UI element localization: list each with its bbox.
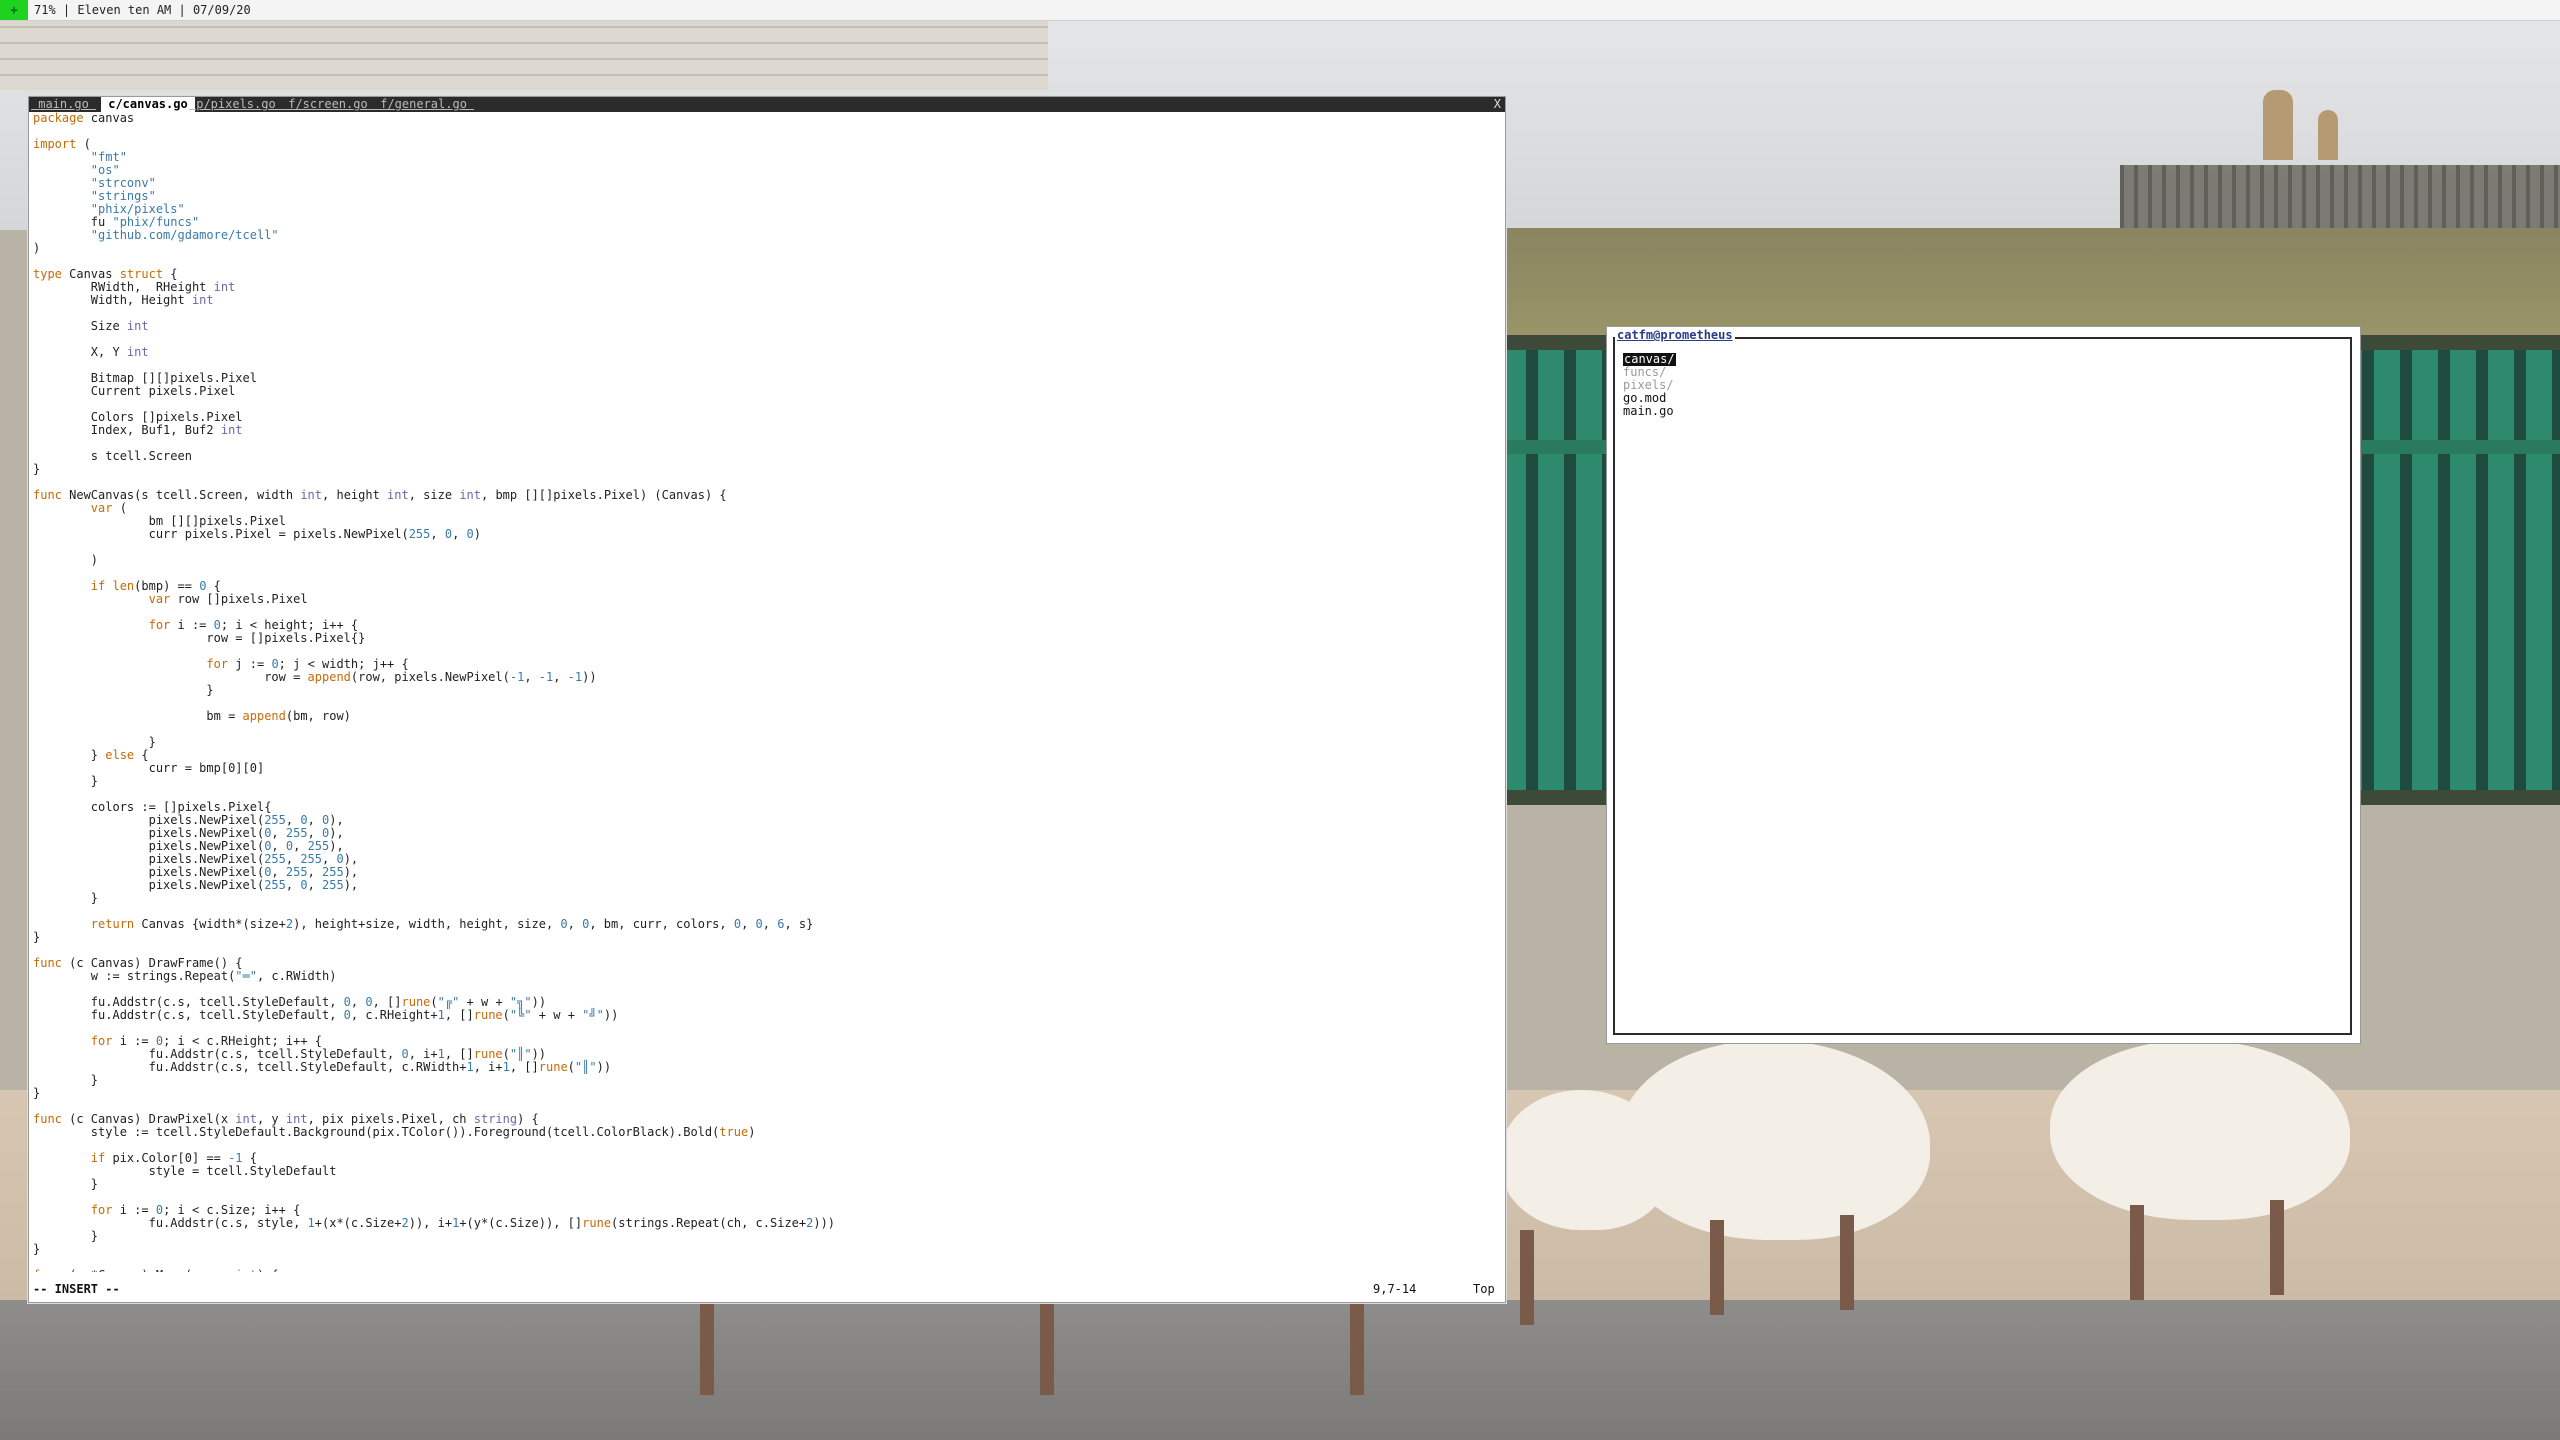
wallpaper-goose: [2050, 1040, 2350, 1220]
code-line[interactable]: type Canvas struct {: [33, 268, 1493, 281]
vim-status-line: -- INSERT -- 9,7-14 Top: [33, 1282, 1501, 1296]
code-line[interactable]: "strconv": [33, 177, 1493, 190]
code-line[interactable]: }: [33, 1178, 1493, 1191]
code-line[interactable]: return Canvas {width*(size+2), height+si…: [33, 918, 1493, 931]
workspace-indicator[interactable]: +: [0, 0, 28, 20]
code-line[interactable]: [33, 333, 1493, 346]
code-line[interactable]: [33, 944, 1493, 957]
wallpaper-goose: [1500, 1090, 1670, 1230]
code-line[interactable]: s tcell.Screen: [33, 450, 1493, 463]
tab-pixels-go[interactable]: p/pixels.go: [189, 97, 283, 112]
wallpaper-church-tower-small: [2318, 110, 2338, 160]
file-list-item[interactable]: main.go: [1623, 405, 1676, 418]
code-line[interactable]: row = append(row, pixels.NewPixel(-1, -1…: [33, 671, 1493, 684]
code-line[interactable]: }: [33, 736, 1493, 749]
code-line[interactable]: [33, 541, 1493, 554]
code-line[interactable]: [33, 398, 1493, 411]
code-line[interactable]: }: [33, 1230, 1493, 1243]
wallpaper-goose-leg: [1040, 1300, 1054, 1395]
code-line[interactable]: Width, Height int: [33, 294, 1493, 307]
code-line[interactable]: }: [33, 775, 1493, 788]
code-line[interactable]: [33, 125, 1493, 138]
wallpaper-road: [0, 1300, 2560, 1440]
code-line[interactable]: "phix/pixels": [33, 203, 1493, 216]
code-line[interactable]: style = tcell.StyleDefault: [33, 1165, 1493, 1178]
code-line[interactable]: }: [33, 931, 1493, 944]
wallpaper-church-tower: [2263, 90, 2293, 160]
code-line[interactable]: func (c *Canvas) Move(xy, n int) {: [33, 1269, 1493, 1273]
code-line[interactable]: "github.com/gdamore/tcell": [33, 229, 1493, 242]
tab-canvas-go[interactable]: c/canvas.go: [101, 97, 195, 112]
code-line[interactable]: [33, 437, 1493, 450]
code-line[interactable]: }: [33, 892, 1493, 905]
wallpaper-goose: [1620, 1040, 1930, 1240]
wallpaper-goose-leg: [1840, 1215, 1854, 1310]
code-line[interactable]: }: [33, 463, 1493, 476]
file-manager-window[interactable]: catfm@prometheus canvas/funcs/pixels/go.…: [1606, 326, 2361, 1044]
mode-indicator: -- INSERT --: [33, 1282, 120, 1296]
file-manager-frame: [1613, 337, 2352, 1035]
code-line[interactable]: row = []pixels.Pixel{}: [33, 632, 1493, 645]
code-line[interactable]: Index, Buf1, Buf2 int: [33, 424, 1493, 437]
code-line[interactable]: ): [33, 554, 1493, 567]
tab-screen-go[interactable]: f/screen.go: [281, 97, 375, 112]
code-line[interactable]: import (: [33, 138, 1493, 151]
code-line[interactable]: }: [33, 1087, 1493, 1100]
code-line[interactable]: }: [33, 1074, 1493, 1087]
wallpaper-goose-leg: [1520, 1230, 1534, 1325]
wallpaper-goose-leg: [1350, 1300, 1364, 1395]
code-line[interactable]: Bitmap [][]pixels.Pixel: [33, 372, 1493, 385]
code-line[interactable]: RWidth, RHeight int: [33, 281, 1493, 294]
system-status-bar: + 71% | Eleven ten AM | 07/09/20: [0, 0, 2560, 21]
wallpaper-field: [1500, 228, 2560, 338]
file-list: canvas/funcs/pixels/go.mod main.go: [1623, 353, 1676, 418]
code-line[interactable]: [33, 255, 1493, 268]
code-line[interactable]: X, Y int: [33, 346, 1493, 359]
code-line[interactable]: }: [33, 1243, 1493, 1256]
status-text: 71% | Eleven ten AM | 07/09/20: [34, 3, 251, 17]
cursor-position: 9,7-14: [1373, 1282, 1417, 1296]
code-buffer[interactable]: package canvas import ( "fmt" "os" "strc…: [33, 112, 1493, 1272]
code-line[interactable]: pixels.NewPixel(255, 0, 255),: [33, 879, 1493, 892]
code-line[interactable]: "fmt": [33, 151, 1493, 164]
code-line[interactable]: [33, 567, 1493, 580]
code-line[interactable]: fu.Addstr(c.s, style, 1+(x*(c.Size+2)), …: [33, 1217, 1493, 1230]
code-line[interactable]: [33, 307, 1493, 320]
code-line[interactable]: w := strings.Repeat("═", c.RWidth): [33, 970, 1493, 983]
code-line[interactable]: Size int: [33, 320, 1493, 333]
code-line[interactable]: "os": [33, 164, 1493, 177]
code-line[interactable]: Colors []pixels.Pixel: [33, 411, 1493, 424]
code-line[interactable]: curr pixels.Pixel = pixels.NewPixel(255,…: [33, 528, 1493, 541]
code-line[interactable]: ): [33, 242, 1493, 255]
scroll-position: Top: [1473, 1282, 1495, 1296]
tab-close-button[interactable]: X: [1494, 97, 1501, 112]
code-line[interactable]: fu.Addstr(c.s, tcell.StyleDefault, c.RWi…: [33, 1061, 1493, 1074]
wallpaper-goose-leg: [700, 1300, 714, 1395]
code-line[interactable]: [33, 723, 1493, 736]
file-manager-title: catfm@prometheus: [1615, 328, 1735, 342]
code-line[interactable]: var row []pixels.Pixel: [33, 593, 1493, 606]
code-line[interactable]: curr = bmp[0][0]: [33, 762, 1493, 775]
tab-main-go[interactable]: main.go: [31, 97, 96, 112]
code-line[interactable]: style := tcell.StyleDefault.Background(p…: [33, 1126, 1493, 1139]
code-line[interactable]: bm = append(bm, row): [33, 710, 1493, 723]
code-line[interactable]: package canvas: [33, 112, 1493, 125]
vim-tabline: main.go c/canvas.go p/pixels.go f/screen…: [29, 97, 1505, 112]
tab-general-go[interactable]: f/general.go: [373, 97, 474, 112]
wallpaper-goose-leg: [2130, 1205, 2144, 1300]
code-line[interactable]: "strings": [33, 190, 1493, 203]
wallpaper-goose-leg: [2270, 1200, 2284, 1295]
code-line[interactable]: fu.Addstr(c.s, tcell.StyleDefault, 0, c.…: [33, 1009, 1493, 1022]
code-line[interactable]: }: [33, 684, 1493, 697]
wallpaper-goose-leg: [1710, 1220, 1724, 1315]
code-line[interactable]: Current pixels.Pixel: [33, 385, 1493, 398]
code-line[interactable]: func NewCanvas(s tcell.Screen, width int…: [33, 489, 1493, 502]
vim-editor-window[interactable]: main.go c/canvas.go p/pixels.go f/screen…: [28, 96, 1506, 1303]
